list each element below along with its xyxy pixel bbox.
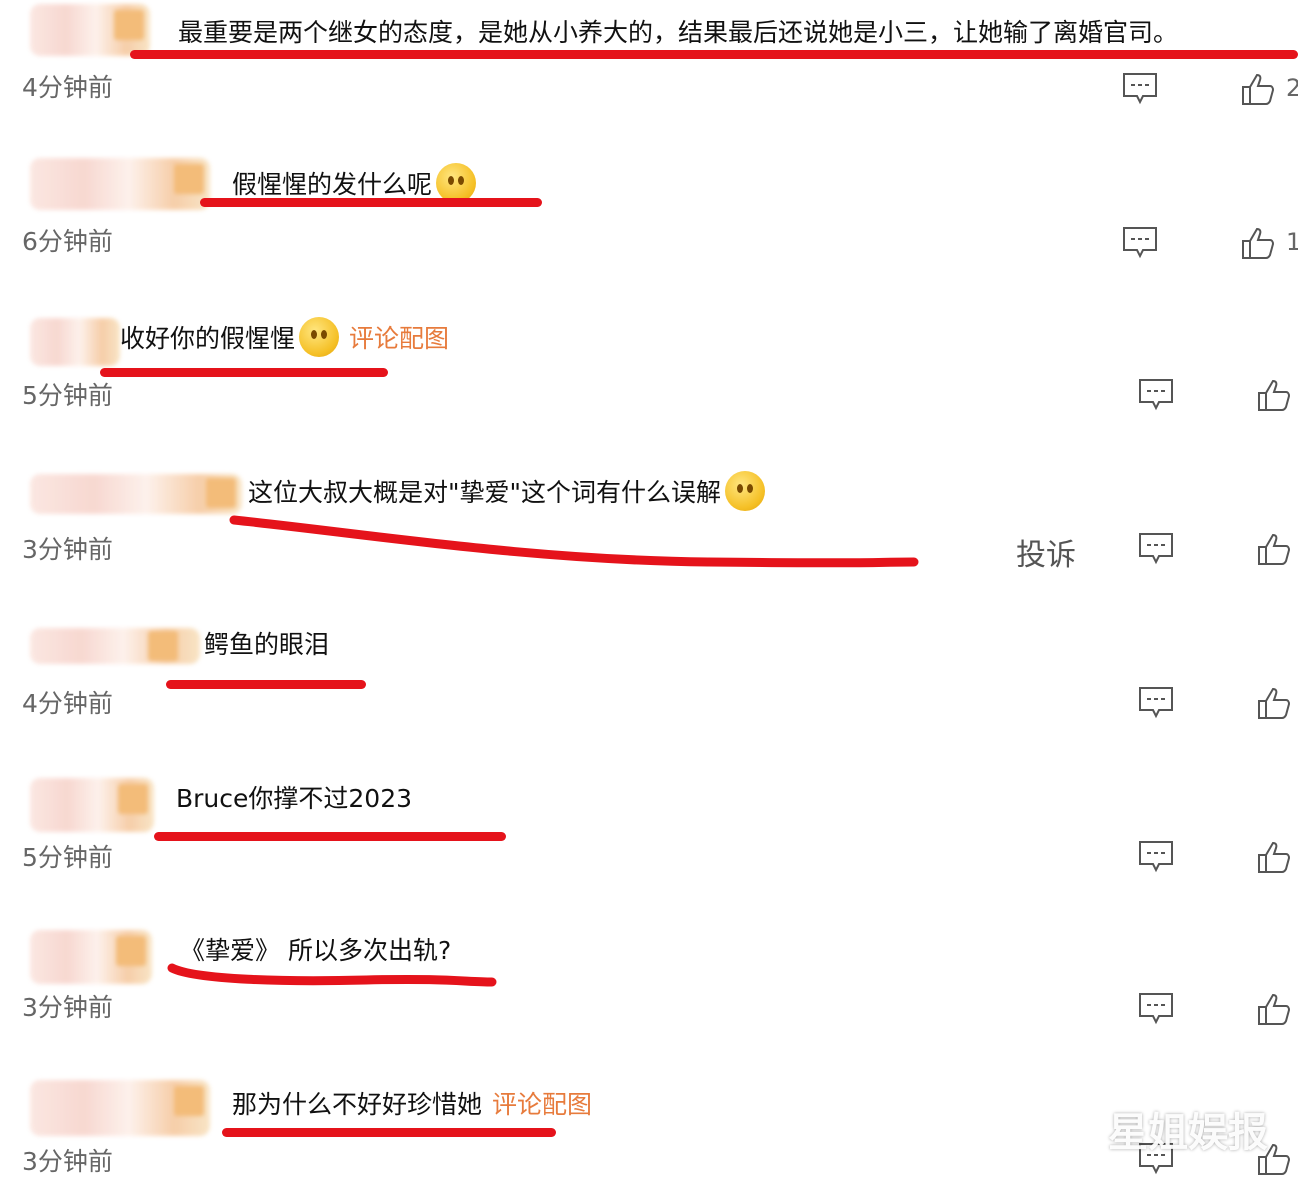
username-blurred	[30, 778, 154, 832]
reply-icon[interactable]	[1138, 992, 1174, 1026]
comment-text: 最重要是两个继女的态度，是她从小养大的，结果最后还说她是小三，让她输了离婚官司。	[178, 18, 1179, 47]
comment-text-content: 那为什么不好好珍惜她	[232, 1090, 483, 1119]
like-icon[interactable]	[1256, 532, 1292, 566]
comment-text-content: 这位大叔大概是对"挚爱"这个词有什么误解	[248, 478, 721, 507]
username-blurred	[30, 318, 120, 366]
comment-time: 3分钟前	[22, 535, 113, 564]
comment-time: 4分钟前	[22, 689, 113, 718]
username-blurred	[30, 1080, 210, 1136]
comment-image-link[interactable]: 评论配图	[349, 324, 449, 353]
reply-icon[interactable]	[1122, 72, 1158, 106]
username-blurred	[30, 158, 210, 210]
username-blurred	[30, 4, 150, 56]
reply-icon[interactable]	[1138, 532, 1174, 566]
watermark: 星姐娱报	[1108, 1110, 1268, 1156]
comment-time: 3分钟前	[22, 1147, 113, 1176]
comment-time: 5分钟前	[22, 843, 113, 872]
like-count: 2	[1286, 74, 1298, 102]
username-blurred	[30, 628, 200, 664]
like-icon[interactable]	[1256, 992, 1292, 1026]
reply-icon[interactable]	[1138, 686, 1174, 720]
red-underline	[130, 50, 1298, 59]
like-icon[interactable]	[1256, 840, 1292, 874]
username-blurred	[30, 930, 152, 984]
complain-button[interactable]: 投诉	[1016, 530, 1076, 574]
comment-text: Bruce你撑不过2023	[176, 784, 413, 813]
comment-time: 4分钟前	[22, 73, 113, 102]
comment-text: 那为什么不好好珍惜她 评论配图	[232, 1088, 592, 1122]
username-blurred	[30, 474, 242, 514]
like-icon[interactable]	[1256, 686, 1292, 720]
smile-emoji-icon	[725, 471, 765, 511]
like-icon[interactable]	[1240, 226, 1276, 260]
reply-icon[interactable]	[1138, 378, 1174, 412]
comment-image-link[interactable]: 评论配图	[492, 1090, 592, 1119]
emoji-icon	[299, 317, 340, 357]
comment-text: 收好你的假惺惺 评论配图	[120, 317, 449, 360]
comment-time: 5分钟前	[22, 381, 113, 410]
red-underline	[100, 368, 388, 377]
comment-text: 鳄鱼的眼泪	[204, 630, 330, 659]
red-underline	[154, 832, 506, 841]
emoji-icon	[436, 163, 477, 203]
red-underline	[222, 1128, 556, 1137]
reply-icon[interactable]	[1138, 840, 1174, 874]
comment-time: 6分钟前	[22, 227, 113, 256]
comment-text-content: 假惺惺的发什么呢	[232, 170, 433, 199]
comment-text-content: 收好你的假惺惺	[120, 324, 296, 353]
like-icon[interactable]	[1240, 72, 1276, 106]
like-icon[interactable]	[1256, 378, 1292, 412]
red-underline	[229, 515, 919, 568]
red-underline	[200, 198, 542, 207]
like-count: 1	[1286, 228, 1298, 256]
comment-text: 这位大叔大概是对"挚爱"这个词有什么误解	[248, 471, 765, 514]
comment-time: 3分钟前	[22, 993, 113, 1022]
reply-icon[interactable]	[1122, 226, 1158, 260]
red-underline	[166, 680, 366, 689]
red-underline	[167, 963, 497, 987]
